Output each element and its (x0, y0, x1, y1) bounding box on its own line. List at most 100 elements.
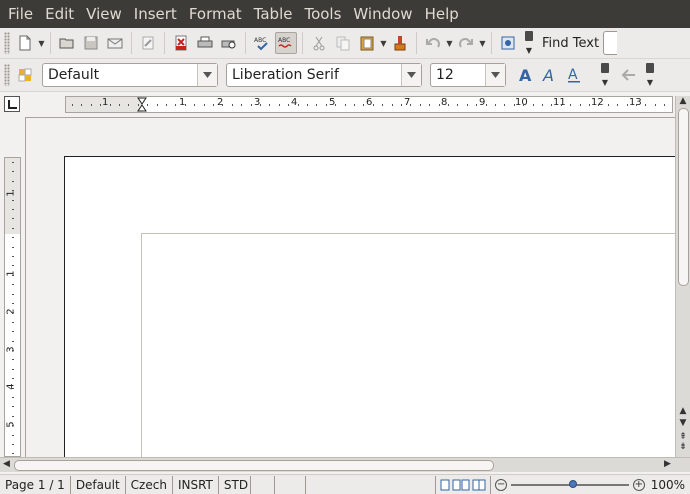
paste-button[interactable] (356, 32, 378, 54)
styles-and-formatting-button[interactable] (14, 64, 36, 86)
paragraph-style-combo[interactable]: Default (42, 63, 218, 87)
autospellcheck-button[interactable]: ABC (275, 32, 297, 54)
ruler-tick (204, 104, 205, 106)
ruler-tick (12, 284, 14, 285)
zoom-out-icon[interactable]: − (495, 478, 507, 491)
folder-open-icon (59, 38, 74, 49)
zoom-level[interactable]: 100% (645, 476, 690, 494)
email-button[interactable] (104, 32, 126, 54)
redo-button[interactable] (455, 32, 477, 54)
ruler-tick (12, 322, 14, 323)
undo-button[interactable] (422, 32, 444, 54)
menu-file[interactable]: File (2, 0, 39, 28)
language[interactable]: Czech (126, 475, 173, 494)
zoom-in-icon[interactable]: + (632, 478, 645, 491)
font-size-combo[interactable]: 12 (430, 63, 506, 87)
redo-dropdown-arrow[interactable]: ▼ (478, 32, 487, 54)
single-page-view-icon[interactable] (440, 479, 450, 491)
next-page-icon[interactable]: ⇟ (678, 442, 688, 452)
save-button[interactable] (80, 32, 102, 54)
font-name-dropdown-button[interactable] (401, 64, 421, 86)
find-text-label: Find Text (542, 35, 600, 51)
book-view-icon[interactable] (472, 479, 486, 491)
clone-formatting-button[interactable] (389, 32, 411, 54)
ruler-number: 4 (291, 97, 298, 108)
menu-edit[interactable]: Edit (39, 0, 80, 28)
toolbar-separator (302, 32, 303, 54)
open-button[interactable] (56, 32, 78, 54)
text-boundaries[interactable] (141, 233, 676, 457)
tab-stop-selector[interactable] (4, 96, 20, 112)
font-name-combo[interactable]: Liberation Serif (226, 63, 422, 87)
toolbar-grip[interactable] (4, 32, 10, 54)
ruler-tick (617, 104, 618, 106)
horizontal-ruler[interactable]: 1 1 2 3 4 5 6 7 8 9 10 11 12 13 (65, 96, 673, 113)
ruler-tick (12, 453, 14, 454)
page-count[interactable]: Page 1 / 1 (0, 475, 71, 494)
copy-button[interactable] (332, 32, 354, 54)
italic-button[interactable]: A (539, 64, 561, 86)
spellcheck-button[interactable]: ABC (251, 32, 273, 54)
undo-dropdown-arrow[interactable]: ▼ (445, 32, 454, 54)
menu-help[interactable]: Help (419, 0, 465, 28)
scroll-left-icon[interactable]: ◀ (3, 459, 10, 469)
print-preview-button[interactable] (218, 32, 240, 54)
zoom-slider[interactable] (510, 479, 629, 488)
menu-insert[interactable]: Insert (128, 0, 183, 28)
vertical-scrollbar[interactable]: ▲ ▲ ▼ ⇞ ⇟ (675, 96, 690, 457)
insert-mode[interactable]: INSRT (173, 475, 219, 494)
svg-text:ABC: ABC (278, 37, 290, 44)
cut-button[interactable] (308, 32, 330, 54)
zoom-slider-knob[interactable] (568, 479, 577, 488)
digital-signature-field[interactable] (275, 475, 307, 494)
horizontal-scroll-thumb[interactable] (14, 460, 494, 471)
format-toolbar-overflow-button-2[interactable]: ▼ (645, 63, 655, 87)
toolbar-grip[interactable] (4, 64, 10, 86)
paste-dropdown-arrow[interactable]: ▼ (379, 32, 388, 54)
back-button[interactable] (618, 64, 640, 86)
multi-page-view-icon[interactable] (452, 479, 470, 491)
paragraph-style-dropdown-button[interactable] (197, 64, 217, 86)
menu-view[interactable]: View (80, 0, 128, 28)
font-size-dropdown-button[interactable] (485, 64, 505, 86)
ruler-tick (12, 312, 14, 313)
bold-button[interactable]: A (515, 64, 537, 86)
export-pdf-button[interactable] (170, 32, 192, 54)
scroll-right-icon[interactable]: ▶ (664, 459, 671, 469)
document-modified-indicator[interactable] (251, 475, 275, 494)
toolbar-overflow-button[interactable]: ▼ (524, 31, 534, 55)
underline-button[interactable]: A (563, 64, 585, 86)
format-toolbar-overflow-button[interactable]: ▼ (600, 63, 610, 87)
ruler-tick (533, 104, 534, 106)
ruler-tick (232, 104, 233, 106)
previous-page-icon[interactable]: ⇞ (678, 432, 688, 442)
scroll-up-icon[interactable]: ▲ (678, 406, 688, 416)
italic-icon: A (542, 66, 554, 84)
new-dropdown-arrow[interactable]: ▼ (37, 32, 46, 54)
ruler-tick (157, 104, 158, 106)
ruler-tick (12, 294, 14, 295)
menu-format[interactable]: Format (183, 0, 248, 28)
scroll-down-icon[interactable]: ▼ (678, 418, 688, 428)
scroll-up-icon[interactable]: ▲ (678, 96, 688, 106)
ruler-tick (12, 162, 14, 163)
vertical-scroll-thumb[interactable] (678, 108, 689, 286)
navigator-button[interactable] (497, 32, 519, 54)
ruler-tick (12, 190, 14, 191)
selection-mode[interactable]: STD (219, 475, 251, 494)
redo-icon (459, 38, 473, 48)
print-button[interactable] (194, 32, 216, 54)
page-style[interactable]: Default (71, 475, 126, 494)
pdf-icon (175, 35, 187, 51)
ruler-tick (439, 104, 440, 106)
menu-window[interactable]: Window (347, 0, 418, 28)
find-text-input[interactable] (603, 31, 618, 55)
menu-table[interactable]: Table (248, 0, 299, 28)
edit-file-button[interactable] (137, 32, 159, 54)
horizontal-scrollbar[interactable]: ◀ ▶ (0, 457, 690, 472)
new-document-button[interactable] (14, 32, 36, 54)
indent-marker[interactable] (137, 97, 147, 112)
ruler-tick (12, 256, 14, 257)
menu-tools[interactable]: Tools (298, 0, 347, 28)
vertical-ruler[interactable]: 112345 (4, 157, 21, 457)
